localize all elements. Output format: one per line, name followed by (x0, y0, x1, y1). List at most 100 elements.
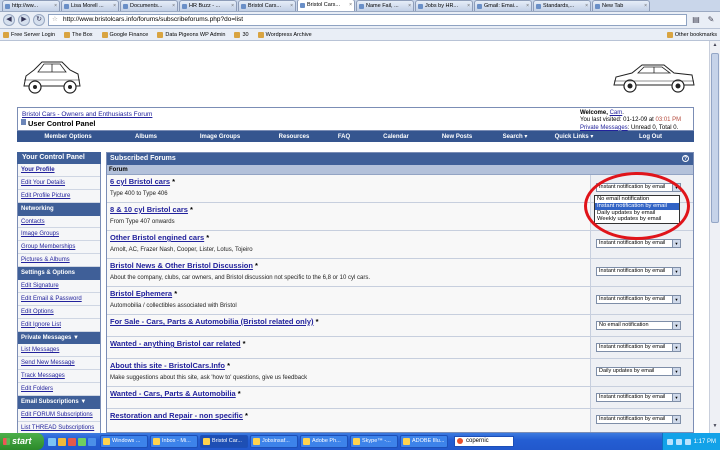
username-link[interactable]: Cam (610, 110, 623, 116)
sidebar-link[interactable]: Edit Options (21, 309, 54, 315)
reload-button[interactable]: ↻ (33, 14, 45, 26)
browser-tab[interactable]: Gmail: Emai... × (474, 0, 532, 11)
bookmark-item[interactable]: Free Server Login (3, 31, 55, 38)
browser-tab[interactable]: http://ww... × (2, 0, 60, 11)
sidebar-link[interactable]: Edit Profile Picture (21, 193, 70, 199)
close-tab-icon[interactable]: × (290, 1, 293, 11)
nav-item[interactable]: FAQ (321, 134, 367, 140)
sidebar-link[interactable]: Edit Email & Password (21, 296, 82, 302)
forum-link[interactable]: Wanted - anything Bristol car related (110, 339, 241, 348)
forum-link[interactable]: Bristol Ephemera (110, 289, 172, 298)
nav-item[interactable]: Member Options (17, 134, 119, 140)
sidebar-link[interactable]: Image Groups (21, 231, 59, 237)
breadcrumb-forum-link[interactable]: Bristol Cars - Owners and Enthusiasts Fo… (22, 111, 152, 118)
browser-tab[interactable]: Bristol Cars... × (238, 0, 296, 11)
close-tab-icon[interactable]: × (349, 0, 352, 10)
start-button[interactable]: start (0, 433, 44, 450)
forum-link[interactable]: 6 cyl Bristol cars (110, 177, 170, 186)
forward-button[interactable]: ▶ (18, 14, 30, 26)
sidebar-link[interactable]: Contacts (21, 219, 45, 225)
sidebar-link[interactable]: List Messages (21, 347, 59, 353)
sidebar-link[interactable]: Edit Ignore List (21, 322, 61, 328)
notification-select[interactable]: Instant notification by email ▼ (596, 343, 681, 352)
page-menu-icon[interactable]: ▤ (690, 14, 702, 26)
bookmark-item[interactable]: Google Finance (101, 31, 148, 38)
page-scrollbar[interactable]: ▲ ▼ (709, 41, 720, 433)
folder-icon[interactable] (58, 437, 66, 446)
taskbar-button[interactable]: Skype™ -... (350, 435, 398, 448)
bookmark-item[interactable]: Wordpress Archive (257, 31, 312, 38)
close-tab-icon[interactable]: × (585, 1, 588, 11)
browser-icon[interactable] (88, 437, 96, 446)
tray-icon[interactable] (684, 438, 691, 445)
taskbar-button[interactable]: Inbox - Mi... (150, 435, 198, 448)
forum-link[interactable]: Other Bristol engined cars (110, 233, 204, 242)
browser-tab[interactable]: Jobs by HR... × (415, 0, 473, 11)
browser-tab[interactable]: New Tab × (592, 0, 650, 11)
tray-icon[interactable] (666, 438, 673, 445)
nav-item[interactable]: Albums (119, 134, 173, 140)
desktop-icon[interactable] (48, 437, 56, 446)
browser-tab[interactable]: HR Buzz - ... × (179, 0, 237, 11)
forum-link[interactable]: Wanted - Cars, Parts & Automobilia (110, 389, 236, 398)
help-icon[interactable]: ? (682, 155, 689, 162)
notification-select[interactable]: Instant notification by email ▼ (596, 295, 681, 304)
close-tab-icon[interactable]: × (54, 1, 57, 11)
scroll-down-icon[interactable]: ▼ (711, 423, 719, 432)
forum-link[interactable]: About this site - BristolCars.Info (110, 361, 225, 370)
app-icon[interactable] (68, 437, 76, 446)
close-tab-icon[interactable]: × (408, 1, 411, 11)
bookmark-item[interactable]: Data Pigeons WP Admin (157, 31, 225, 38)
back-button[interactable]: ◀ (3, 14, 15, 26)
nav-item[interactable]: Search ▾ (489, 133, 541, 140)
sidebar-link[interactable]: Send New Message (21, 360, 75, 366)
nav-item[interactable]: Image Groups (173, 134, 267, 140)
private-messages-link[interactable]: Private Messages (580, 125, 628, 131)
taskbar-button[interactable]: Windows ... (100, 435, 148, 448)
sidebar-link[interactable]: Your Profile (21, 167, 55, 173)
notification-select[interactable]: No email notification ▼ (596, 321, 681, 330)
nav-item[interactable]: New Posts (425, 134, 489, 140)
nav-item[interactable]: Resources (267, 134, 321, 140)
close-tab-icon[interactable]: × (172, 1, 175, 11)
browser-tab[interactable]: Documents... × (120, 0, 178, 11)
notification-select[interactable]: Instant notification by email ▼ (596, 393, 681, 402)
nav-item[interactable]: Calendar (367, 134, 425, 140)
bookmark-item[interactable]: The Box (64, 31, 93, 38)
sidebar-link[interactable]: Edit Your Details (21, 180, 65, 186)
forum-link[interactable]: For Sale - Cars, Parts & Automobilia (Br… (110, 317, 314, 326)
forum-link[interactable]: Restoration and Repair - non specific (110, 411, 243, 420)
sidebar-link[interactable]: Track Messages (21, 373, 65, 379)
scrollbar-thumb[interactable] (711, 53, 719, 223)
notification-select[interactable]: Instant notification by email ▼ (596, 415, 681, 424)
sidebar-link[interactable]: Edit Signature (21, 283, 59, 289)
forum-link[interactable]: Bristol News & Other Bristol Discussion (110, 261, 253, 270)
taskbar-button[interactable]: ADOBE Illu... (400, 435, 448, 448)
notification-select[interactable]: Instant notification by email ▼ (596, 239, 681, 248)
browser-tab[interactable]: Standards,... × (533, 0, 591, 11)
taskbar-button[interactable]: Bristol Car... (200, 435, 248, 448)
sidebar-link[interactable]: Group Memberships (21, 244, 75, 250)
browser-tab[interactable]: Name Fail, ... × (356, 0, 414, 11)
scroll-up-icon[interactable]: ▲ (711, 42, 719, 51)
star-icon[interactable]: ☆ (52, 15, 58, 25)
notification-select[interactable]: Instant notification by email ▼ (596, 267, 681, 276)
notification-select[interactable]: Daily updates by email ▼ (596, 367, 681, 376)
nav-item[interactable]: Log Out (607, 134, 694, 140)
other-bookmarks[interactable]: Other bookmarks (666, 31, 717, 38)
nav-item[interactable]: Quick Links ▾ (541, 133, 607, 140)
wrench-icon[interactable]: ✎ (705, 14, 717, 26)
close-tab-icon[interactable]: × (231, 1, 234, 11)
close-tab-icon[interactable]: × (526, 1, 529, 11)
copernic-search-box[interactable]: copernic (454, 436, 514, 447)
close-tab-icon[interactable]: × (113, 1, 116, 11)
sidebar-link[interactable]: Edit FORUM Subscriptions (21, 412, 93, 418)
close-tab-icon[interactable]: × (467, 1, 470, 11)
taskbar-button[interactable]: Adobe Ph... (300, 435, 348, 448)
app-icon[interactable] (78, 437, 86, 446)
sidebar-link[interactable]: Pictures & Albums (21, 257, 70, 263)
close-tab-icon[interactable]: × (644, 1, 647, 11)
taskbar-button[interactable]: Jobsinsaf... (250, 435, 298, 448)
forum-link[interactable]: 8 & 10 cyl Bristol cars (110, 205, 188, 214)
browser-tab[interactable]: Bristol Cars... × (297, 0, 355, 11)
